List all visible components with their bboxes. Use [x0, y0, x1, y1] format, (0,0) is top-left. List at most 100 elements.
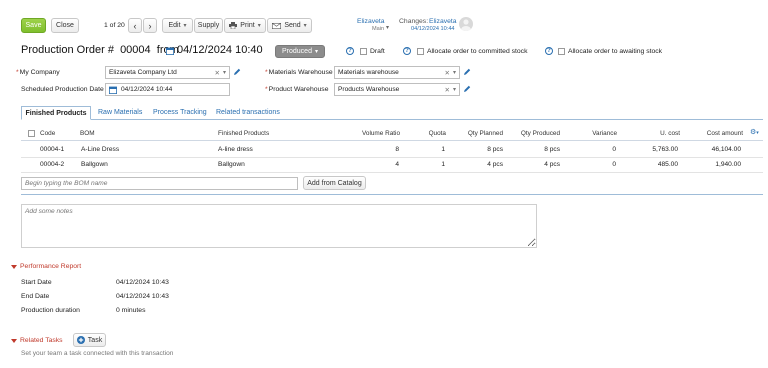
calendar-icon[interactable]: [109, 86, 117, 94]
allocate-committed-label: Allocate order to committed stock: [427, 48, 528, 55]
col-variance[interactable]: Variance: [576, 130, 617, 137]
order-date[interactable]: 04/12/2024 10:40: [177, 44, 263, 56]
allocate-awaiting-checkbox[interactable]: [558, 48, 565, 55]
row1-qty-planned: 8 pcs: [487, 146, 503, 153]
bom-search-input[interactable]: [21, 177, 298, 190]
col-volume-ratio[interactable]: Volume Ratio: [340, 130, 400, 137]
col-qty-produced[interactable]: Qty Produced: [505, 130, 560, 137]
title-prefix: Production Order #: [21, 44, 114, 56]
row1-volume-ratio[interactable]: 8: [340, 146, 399, 153]
edit-pencil-icon[interactable]: [463, 85, 471, 93]
product-warehouse-field[interactable]: Products Warehouse ✕ ▾: [334, 83, 460, 96]
notes-textarea[interactable]: [21, 204, 537, 248]
tab-finished-products[interactable]: Finished Products: [21, 106, 91, 120]
close-button[interactable]: Close: [51, 18, 79, 33]
row2-qty-planned: 4 pcs: [487, 161, 503, 168]
status-dropdown[interactable]: Produced ▾: [275, 45, 325, 58]
row1-finished: A-line dress: [218, 146, 253, 153]
scheduled-date-field[interactable]: 04/12/2024 10:44: [105, 83, 230, 96]
row1-quota[interactable]: 1: [406, 146, 445, 153]
user-avatar-icon: [461, 19, 471, 31]
draft-checkbox[interactable]: [360, 48, 367, 55]
current-user-name[interactable]: Elizaveta: [357, 18, 385, 25]
scheduled-date-label: Scheduled Production Date: [21, 86, 104, 93]
collapse-triangle-icon: [11, 338, 17, 343]
envelope-icon: [272, 22, 282, 29]
page-title: Production Order # 00004 from: [21, 44, 179, 56]
row2-quota[interactable]: 1: [406, 161, 445, 168]
row2-finished: Ballgown: [218, 161, 245, 168]
related-tasks-hint: Set your team a task connected with this…: [21, 350, 174, 357]
caret-down-icon: ▾: [183, 23, 187, 29]
row-divider: [21, 157, 763, 158]
print-menu-button[interactable]: Print ▾: [224, 18, 266, 33]
chevron-left-icon: ‹: [133, 20, 137, 31]
pager-label: 1 of 20: [104, 22, 125, 29]
caret-down-icon[interactable]: ▾: [223, 69, 226, 76]
col-code[interactable]: Code: [40, 130, 55, 137]
help-icon[interactable]: ?: [545, 47, 553, 55]
row2-cost-amount: 1,940.00: [715, 161, 741, 168]
row1-qty-produced[interactable]: 8 pcs: [505, 146, 560, 153]
plus-circle-icon: [76, 336, 85, 344]
caret-down-icon[interactable]: ▾: [453, 69, 456, 76]
row2-qty-produced[interactable]: 4 pcs: [505, 161, 560, 168]
performance-report-toggle[interactable]: Performance Report: [11, 263, 81, 270]
supply-button[interactable]: Supply: [194, 18, 223, 33]
changes-user[interactable]: Elizaveta: [429, 18, 457, 25]
col-bom[interactable]: BOM: [80, 130, 95, 137]
user-caret-icon[interactable]: ▾: [386, 24, 389, 31]
tab-bar-underline: [21, 119, 763, 120]
row1-code: 00004-1: [40, 146, 65, 153]
prev-record-button[interactable]: ‹: [128, 18, 142, 33]
next-record-button[interactable]: ›: [143, 18, 157, 33]
caret-down-icon: ▾: [303, 23, 307, 29]
order-number: 00004: [120, 44, 151, 56]
tab-related-transactions[interactable]: Related transactions: [216, 109, 280, 116]
edit-pencil-icon[interactable]: [463, 68, 471, 76]
row1-bom-link[interactable]: A-Line Dress: [81, 146, 119, 153]
related-tasks-toggle[interactable]: Related Tasks: [11, 337, 63, 344]
col-unit-cost[interactable]: U. cost: [640, 130, 680, 137]
edit-pencil-icon[interactable]: [233, 68, 241, 76]
tab-raw-materials[interactable]: Raw Materials: [98, 109, 142, 116]
row-divider: [21, 172, 763, 173]
send-menu-button[interactable]: Send ▾: [267, 18, 312, 33]
help-icon[interactable]: ?: [403, 47, 411, 55]
clear-icon[interactable]: ✕: [445, 86, 450, 94]
start-date-value: 04/12/2024 10:43: [116, 279, 169, 286]
row2-unit-cost: 485.00: [657, 161, 678, 168]
my-company-field[interactable]: Elizaveta Company Ltd ✕ ▾: [105, 66, 230, 79]
materials-warehouse-field[interactable]: Materials warehouse ✕ ▾: [334, 66, 460, 79]
table-bottom-border: [21, 194, 763, 195]
caret-down-icon: ▾: [257, 23, 261, 29]
tab-process-tracking[interactable]: Process Tracking: [153, 109, 207, 116]
edit-menu-button[interactable]: Edit ▾: [162, 18, 193, 33]
allocate-committed-checkbox[interactable]: [417, 48, 424, 55]
add-from-catalog-button[interactable]: Add from Catalog: [303, 176, 366, 190]
my-company-label: *My Company: [16, 69, 60, 76]
changes-label: Changes:: [399, 18, 429, 25]
add-task-button[interactable]: Task: [73, 333, 106, 347]
help-icon[interactable]: ?: [346, 47, 354, 55]
row2-bom-link[interactable]: Ballgown: [81, 161, 108, 168]
col-qty-planned[interactable]: Qty Planned: [452, 130, 503, 137]
printer-icon: [229, 22, 238, 29]
col-finished-products[interactable]: Finished Products: [218, 130, 269, 137]
clear-icon[interactable]: ✕: [215, 69, 220, 77]
avatar[interactable]: [459, 17, 473, 31]
materials-warehouse-label: *Materials Warehouse: [265, 69, 333, 76]
save-button[interactable]: Save: [21, 18, 46, 33]
row2-volume-ratio[interactable]: 4: [340, 161, 399, 168]
changes-timestamp: 04/12/2024 10:44: [411, 26, 455, 32]
row1-variance: 0: [612, 146, 616, 153]
clear-icon[interactable]: ✕: [445, 69, 450, 77]
caret-down-icon[interactable]: ▾: [453, 86, 456, 93]
select-all-checkbox[interactable]: [28, 130, 35, 137]
col-quota[interactable]: Quota: [406, 130, 446, 137]
product-warehouse-label: *Product Warehouse: [265, 86, 329, 93]
column-settings-icon[interactable]: ⚙▾: [750, 128, 759, 136]
calendar-icon[interactable]: [166, 47, 174, 55]
col-cost-amount[interactable]: Cost amount: [690, 130, 743, 137]
row1-cost-amount: 46,104.00: [711, 146, 741, 153]
